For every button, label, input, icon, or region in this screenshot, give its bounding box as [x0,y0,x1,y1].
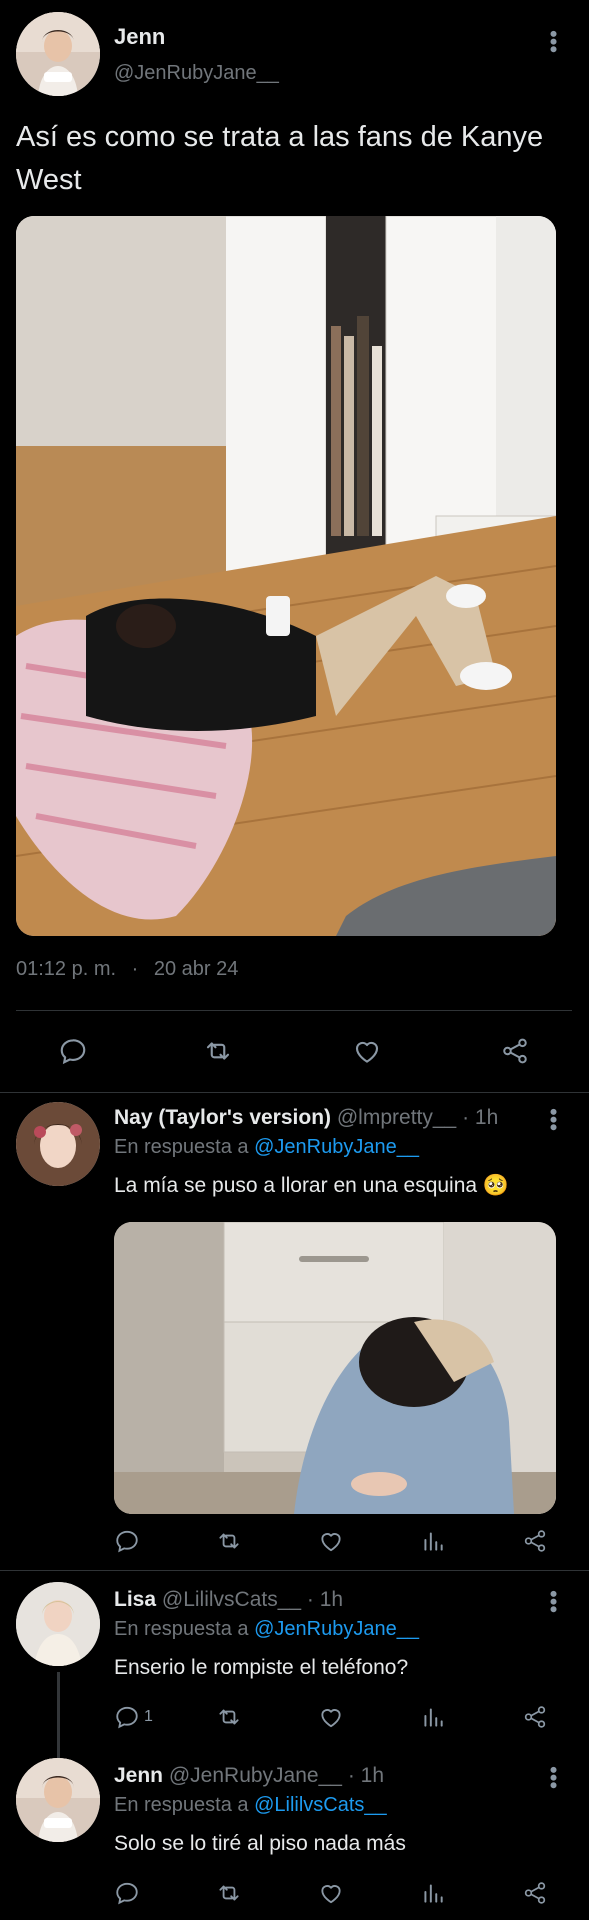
replying-to: En respuesta a @LililvsCats__ [114,1794,387,1817]
reply-header: Jenn @JenRubyJane__ · 1h [114,1764,384,1788]
replying-prefix: En respuesta a [114,1136,249,1158]
share-icon[interactable] [522,1528,548,1554]
reply-text: Solo se lo tiré al piso nada más [114,1832,406,1855]
reply-time: · 1h [462,1106,499,1129]
reply-icon[interactable] [114,1880,140,1906]
reply-author-name[interactable]: Nay (Taylor's version) [114,1106,331,1129]
reply-time: · 1h [306,1588,344,1611]
tweet-date: 20 abr 24 [153,958,239,980]
thread-line [57,1672,60,1764]
retweet-icon[interactable] [216,1880,242,1906]
reply-text: La mía se puso a llorar en una esquina 🥺 [114,1174,510,1197]
divider [0,1092,589,1093]
like-icon[interactable] [352,1036,382,1066]
reply-author-name[interactable]: Lisa [114,1588,156,1611]
tweet-photo[interactable] [16,216,556,936]
reply-author-handle[interactable]: @lmpretty__ [337,1106,456,1129]
replying-to-handle[interactable]: @JenRubyJane__ [254,1618,419,1640]
reply-header: Lisa @LililvsCats__ · 1h [114,1588,343,1612]
reply-icon[interactable]: 1 [114,1704,153,1730]
share-icon[interactable] [522,1880,548,1906]
views-icon[interactable] [420,1528,446,1554]
views-icon[interactable] [420,1704,446,1730]
reply-photo[interactable] [114,1222,556,1514]
timestamp[interactable]: 01:12 p. m. · 20 abr 24 [16,958,238,981]
replying-prefix: En respuesta a [114,1794,249,1816]
timestamp-separator: · [131,958,139,980]
reply-avatar[interactable] [16,1102,100,1186]
reply-author-name[interactable]: Jenn [114,1764,163,1787]
retweet-icon[interactable] [203,1036,233,1066]
replying-to: En respuesta a @JenRubyJane__ [114,1136,419,1159]
tweet-time: 01:12 p. m. [16,958,117,980]
share-icon[interactable] [522,1704,548,1730]
like-icon[interactable] [318,1704,344,1730]
reply-time: · 1h [347,1764,384,1787]
reply-header: Nay (Taylor's version) @lmpretty__ · 1h [114,1106,498,1130]
reply-avatar[interactable] [16,1582,100,1666]
replying-to-handle[interactable]: @LililvsCats__ [254,1794,387,1816]
views-icon[interactable] [420,1880,446,1906]
replying-to-handle[interactable]: @JenRubyJane__ [254,1136,419,1158]
retweet-icon[interactable] [216,1704,242,1730]
author-name[interactable]: Jenn [114,24,165,50]
author-handle[interactable]: @JenRubyJane__ [114,62,279,85]
reply-icon[interactable] [114,1528,140,1554]
reply-author-handle[interactable]: @JenRubyJane__ [169,1764,342,1787]
more-icon[interactable]: ••• [541,1108,566,1131]
reply-text: Enserio le rompiste el teléfono? [114,1656,409,1679]
more-icon[interactable]: ••• [541,30,566,53]
more-icon[interactable]: ••• [541,1590,566,1613]
reply-author-handle[interactable]: @LililvsCats__ [162,1588,301,1611]
reply-avatar[interactable] [16,1758,100,1842]
reply-icon[interactable] [58,1036,88,1066]
replying-to: En respuesta a @JenRubyJane__ [114,1618,419,1641]
more-icon[interactable]: ••• [541,1766,566,1789]
tweet-text: Así es como se trata a las fans de Kanye… [16,121,544,196]
retweet-icon[interactable] [216,1528,242,1554]
divider [16,1010,572,1011]
like-icon[interactable] [318,1880,344,1906]
reply-count: 1 [144,1708,153,1725]
like-icon[interactable] [318,1528,344,1554]
share-icon[interactable] [500,1036,530,1066]
replying-prefix: En respuesta a [114,1618,249,1640]
author-avatar[interactable] [16,12,100,96]
divider [0,1570,589,1571]
